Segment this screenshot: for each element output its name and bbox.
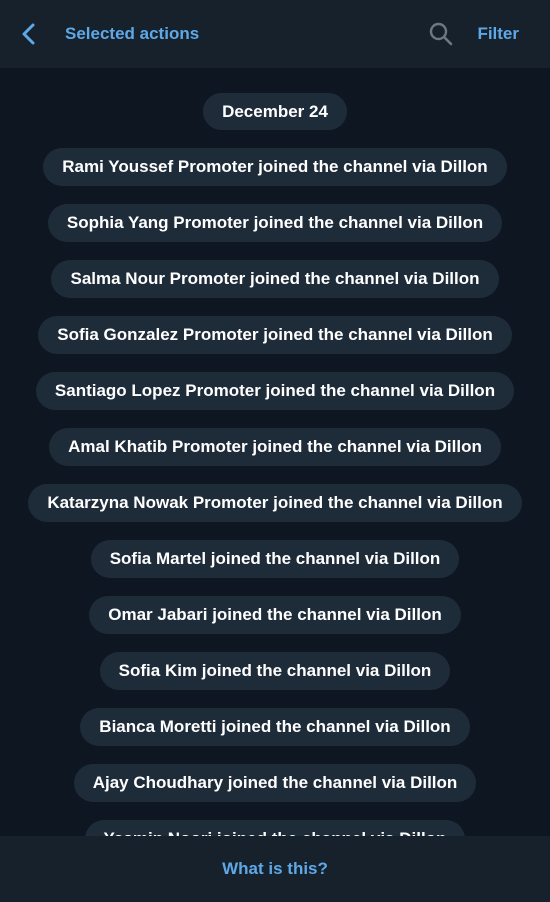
log-event-item[interactable]: Rami Youssef Promoter joined the channel… (43, 148, 507, 186)
log-event-item[interactable]: Katarzyna Nowak Promoter joined the chan… (28, 484, 522, 522)
page-title: Selected actions (65, 24, 200, 43)
search-icon (429, 22, 453, 46)
log-event-item[interactable]: Ajay Choudhary joined the channel via Di… (73, 764, 477, 802)
top-bar: Selected actions Filter (0, 0, 550, 68)
back-button[interactable] (20, 14, 58, 54)
log-event-item[interactable]: Amal Khatib Promoter joined the channel … (49, 428, 501, 466)
admin-log-screen: Selected actions Filter December 24 Rami… (0, 0, 550, 902)
chevron-left-icon (22, 23, 35, 45)
date-separator: December 24 (203, 93, 347, 130)
log-event-item[interactable]: Omar Jabari joined the channel via Dillo… (89, 596, 461, 634)
log-event-item[interactable]: Sofia Martel joined the channel via Dill… (90, 540, 460, 578)
log-event-item[interactable]: Santiago Lopez Promoter joined the chann… (35, 372, 515, 410)
log-event-item[interactable]: Bianca Moretti joined the channel via Di… (80, 708, 470, 746)
log-event-item[interactable]: Sofia Kim joined the channel via Dillon (99, 652, 451, 690)
log-event-item[interactable]: Sofia Gonzalez Promoter joined the chann… (38, 316, 512, 354)
action-log-list: December 24 Rami Youssef Promoter joined… (0, 68, 550, 836)
log-event-item[interactable]: Yasmin Noori joined the channel via Dill… (84, 820, 466, 836)
filter-button[interactable]: Filter (477, 0, 519, 68)
what-is-this-button[interactable]: What is this? (0, 836, 550, 902)
log-event-item[interactable]: Sophia Yang Promoter joined the channel … (47, 204, 503, 242)
log-event-item[interactable]: Salma Nour Promoter joined the channel v… (51, 260, 499, 298)
search-button[interactable] (424, 18, 458, 50)
action-log[interactable]: December 24 Rami Youssef Promoter joined… (0, 68, 550, 836)
